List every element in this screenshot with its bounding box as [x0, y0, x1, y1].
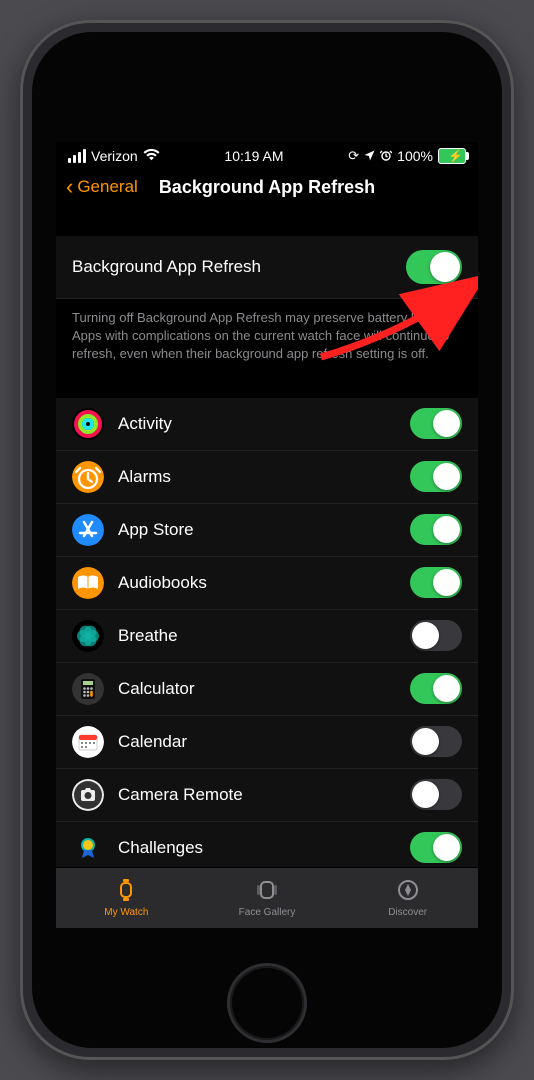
app-toggle-app-store[interactable] — [410, 514, 462, 545]
app-list: Activity Alarms App Store Audiobooks Breathe… — [56, 398, 478, 867]
battery-percent: 100% — [397, 148, 433, 164]
tab-face-gallery[interactable]: Face Gallery — [197, 868, 338, 928]
app-toggle-calendar[interactable] — [410, 726, 462, 757]
back-button[interactable]: ‹ General — [66, 176, 138, 198]
master-toggle[interactable] — [406, 250, 462, 284]
phone-frame: Verizon 10:19 AM ⟳ 100% ⚡ — [20, 20, 514, 1060]
compass-icon — [396, 879, 420, 904]
camera-icon — [72, 779, 104, 811]
tab-bar: My Watch Face Gallery Discover — [56, 867, 478, 928]
screen: Verizon 10:19 AM ⟳ 100% ⚡ — [56, 142, 478, 928]
app-row-label: Audiobooks — [118, 573, 207, 593]
phone-bezel: Verizon 10:19 AM ⟳ 100% ⚡ — [32, 32, 502, 1048]
wifi-icon — [143, 148, 160, 164]
app-row-label: Challenges — [118, 838, 203, 858]
nav-bar: ‹ General Background App Refresh — [56, 166, 478, 210]
activity-icon — [72, 408, 104, 440]
back-label: General — [77, 177, 137, 197]
tab-my-watch[interactable]: My Watch — [56, 868, 197, 928]
tab-discover[interactable]: Discover — [337, 868, 478, 928]
home-button[interactable] — [230, 966, 304, 1040]
challenges-icon — [72, 832, 104, 864]
app-row-label: Calendar — [118, 732, 187, 752]
tab-label: My Watch — [104, 907, 148, 918]
tab-label: Face Gallery — [239, 907, 296, 918]
section-footer: Turning off Background App Refresh may p… — [56, 299, 478, 364]
audiobooks-icon — [72, 567, 104, 599]
app-row-calendar[interactable]: Calendar — [56, 716, 478, 769]
app-row-camera-remote[interactable]: Camera Remote — [56, 769, 478, 822]
master-section: Background App Refresh Turning off Backg… — [56, 236, 478, 364]
calculator-icon — [72, 673, 104, 705]
app-row-calculator[interactable]: Calculator — [56, 663, 478, 716]
app-row-label: Activity — [118, 414, 172, 434]
app-toggle-calculator[interactable] — [410, 673, 462, 704]
app-row-label: Alarms — [118, 467, 171, 487]
app-toggle-activity[interactable] — [410, 408, 462, 439]
alarm-icon — [380, 148, 392, 164]
chevron-left-icon: ‹ — [66, 176, 73, 198]
app-row-activity[interactable]: Activity — [56, 398, 478, 451]
battery-icon: ⚡ — [438, 148, 466, 164]
tab-label: Discover — [388, 907, 427, 918]
app-row-alarms[interactable]: Alarms — [56, 451, 478, 504]
gallery-icon — [255, 879, 279, 904]
app-row-breathe[interactable]: Breathe — [56, 610, 478, 663]
orientation-lock-icon: ⟳ — [348, 148, 359, 164]
app-row-label: Calculator — [118, 679, 195, 699]
app-row-app-store[interactable]: App Store — [56, 504, 478, 557]
watch-icon — [114, 879, 138, 904]
app-toggle-challenges[interactable] — [410, 832, 462, 863]
app-row-label: Camera Remote — [118, 785, 243, 805]
master-toggle-row[interactable]: Background App Refresh — [56, 236, 478, 299]
app-row-challenges[interactable]: Challenges — [56, 822, 478, 867]
app-row-label: Breathe — [118, 626, 178, 646]
app-toggle-breathe[interactable] — [410, 620, 462, 651]
app-row-label: App Store — [118, 520, 194, 540]
app-toggle-alarms[interactable] — [410, 461, 462, 492]
carrier-label: Verizon — [91, 148, 138, 164]
appstore-icon — [72, 514, 104, 546]
master-toggle-label: Background App Refresh — [72, 257, 261, 277]
app-row-audiobooks[interactable]: Audiobooks — [56, 557, 478, 610]
location-icon — [364, 148, 375, 164]
alarms-icon — [72, 461, 104, 493]
app-toggle-audiobooks[interactable] — [410, 567, 462, 598]
app-toggle-camera-remote[interactable] — [410, 779, 462, 810]
cell-signal-icon — [68, 149, 86, 163]
status-bar: Verizon 10:19 AM ⟳ 100% ⚡ — [56, 142, 478, 166]
breathe-icon — [72, 620, 104, 652]
status-time: 10:19 AM — [224, 148, 283, 164]
calendar-icon — [72, 726, 104, 758]
